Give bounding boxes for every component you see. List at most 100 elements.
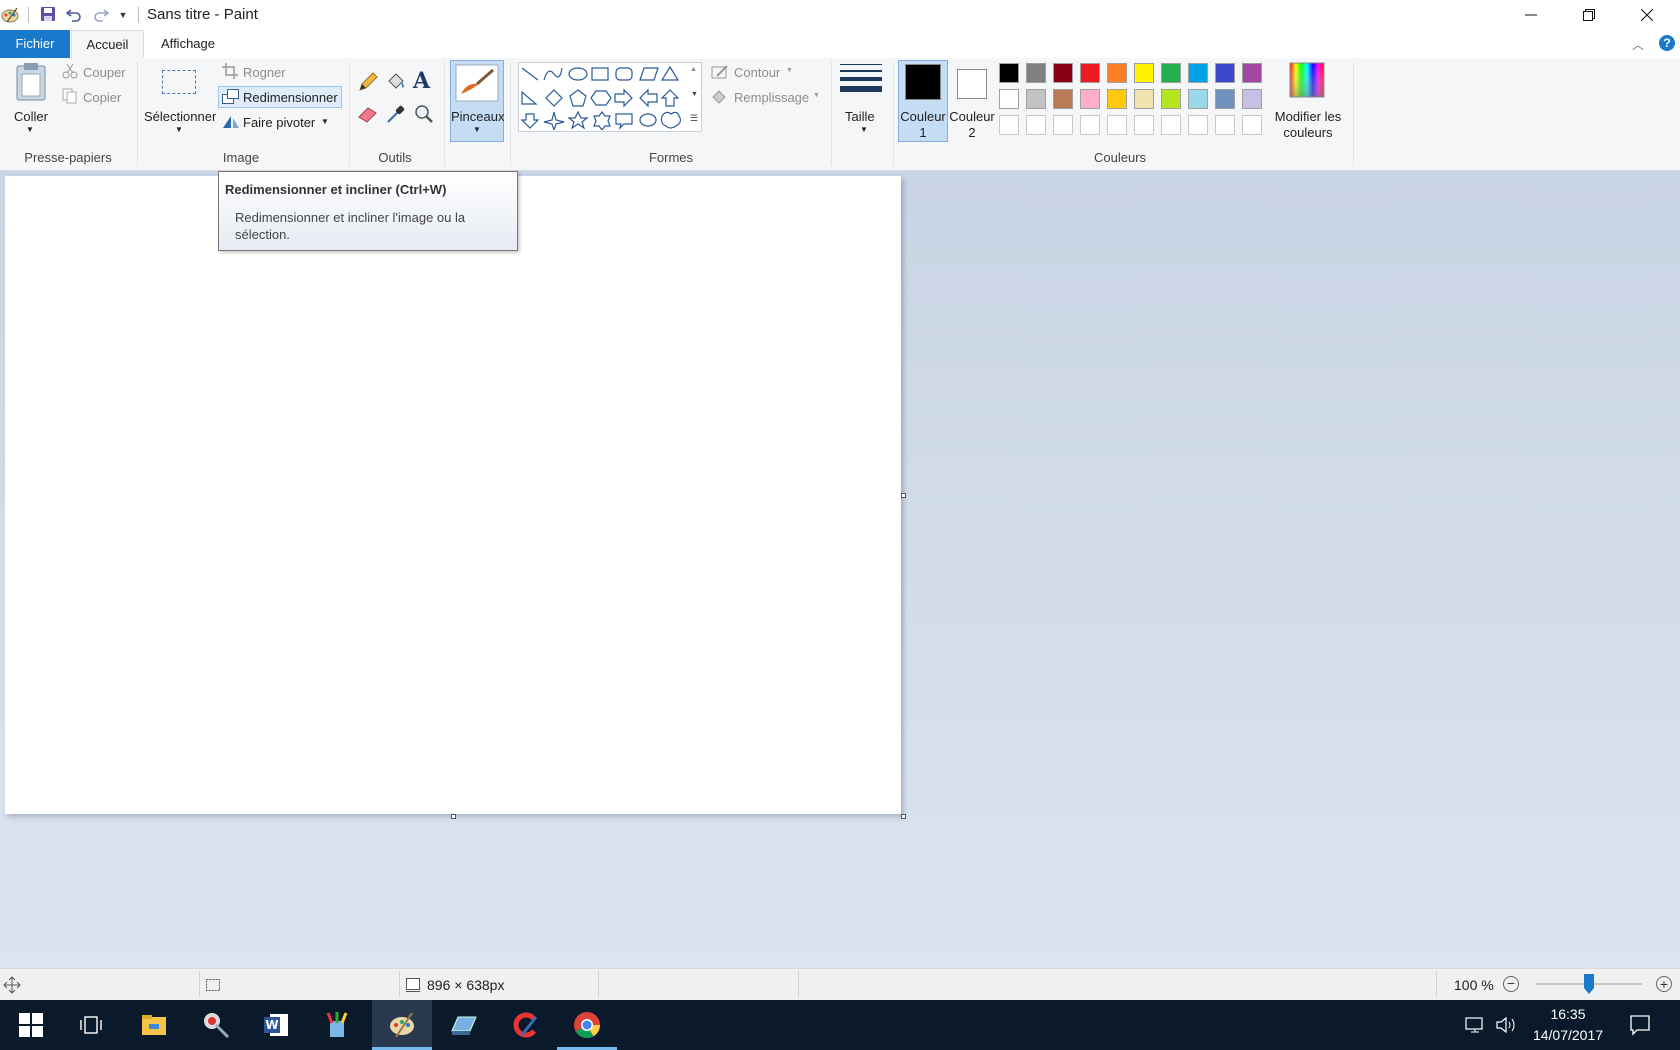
save-icon[interactable] [39,6,57,24]
group-separator [349,62,350,166]
taskbar-paint-icon[interactable] [372,1000,432,1050]
taskbar-ccleaner-icon[interactable] [496,1000,556,1050]
palette-color-swatch[interactable] [1107,89,1127,109]
magnifier-icon[interactable] [414,104,434,129]
shapes-scroll-up-icon[interactable]: ▲ [690,66,697,73]
color2-swatch[interactable] [957,69,987,99]
palette-custom-swatch[interactable] [1215,115,1235,135]
size-dropdown-icon[interactable]: ▼ [860,125,868,134]
edit-colors-icon[interactable] [1289,62,1325,103]
group-separator [893,62,894,166]
restore-button[interactable] [1560,0,1618,30]
redo-icon[interactable] [92,6,110,24]
start-button[interactable] [0,1000,60,1050]
tab-home[interactable]: Accueil [71,30,144,60]
brushes-dropdown-icon[interactable]: ▼ [473,125,481,134]
volume-icon[interactable] [1495,1015,1517,1040]
resize-handle-corner[interactable] [901,814,906,819]
palette-color-swatch[interactable] [1053,63,1073,83]
zoom-slider-thumb[interactable] [1584,974,1594,994]
palette-color-swatch[interactable] [1080,63,1100,83]
shapes-gallery-icons[interactable] [520,64,690,130]
palette-color-swatch[interactable] [1215,63,1235,83]
palette-color-swatch[interactable] [1134,89,1154,109]
text-tool-icon[interactable]: A [413,68,430,94]
palette-color-swatch[interactable] [1215,89,1235,109]
drawing-canvas[interactable] [5,176,901,814]
palette-custom-swatch[interactable] [1188,115,1208,135]
tab-file[interactable]: Fichier [0,30,70,58]
color2-label[interactable]: Couleur [948,109,996,124]
palette-color-swatch[interactable] [1026,63,1046,83]
palette-custom-swatch[interactable] [1107,115,1127,135]
help-icon[interactable]: ? [1659,35,1675,51]
status-separator [598,971,599,997]
undo-icon[interactable] [65,6,83,24]
palette-color-swatch[interactable] [1242,63,1262,83]
taskbar-file-explorer-icon[interactable] [124,1000,184,1050]
fill-dropdown-icon[interactable]: ▼ [813,92,820,99]
palette-color-swatch[interactable] [1188,63,1208,83]
zoom-in-button[interactable]: + [1656,976,1672,992]
resize-handle-bottom[interactable] [451,814,456,819]
palette-custom-swatch[interactable] [1053,115,1073,135]
copy-button[interactable]: Copier [83,90,121,105]
palette-custom-swatch[interactable] [1161,115,1181,135]
palette-color-swatch[interactable] [1026,89,1046,109]
palette-color-swatch[interactable] [1080,89,1100,109]
outline-button[interactable]: Contour [734,65,780,80]
taskbar-scanner-icon[interactable] [434,1000,494,1050]
select-dropdown-icon[interactable]: ▼ [175,125,183,134]
paste-dropdown-icon[interactable]: ▼ [26,125,34,134]
palette-custom-swatch[interactable] [1080,115,1100,135]
taskbar-chrome-icon[interactable] [557,1000,617,1050]
paint-app-icon[interactable] [1,6,19,24]
rotate-dropdown-icon[interactable]: ▼ [321,117,329,126]
color-picker-icon[interactable] [386,104,406,129]
minimize-button[interactable] [1502,0,1560,30]
palette-color-swatch[interactable] [1188,89,1208,109]
status-separator [798,971,799,997]
clipboard-group-label: Presse-papiers [24,150,112,165]
task-view-button[interactable] [60,1000,120,1050]
system-clock[interactable]: 16:35 14/07/2017 [1522,1004,1614,1046]
close-button[interactable] [1618,0,1676,30]
palette-color-swatch[interactable] [1161,63,1181,83]
eraser-icon[interactable] [358,105,378,128]
collapse-ribbon-icon[interactable]: ︿ [1632,36,1644,53]
palette-custom-swatch[interactable] [999,115,1019,135]
palette-color-swatch[interactable] [1242,89,1262,109]
palette-custom-swatch[interactable] [1026,115,1046,135]
palette-color-swatch[interactable] [999,89,1019,109]
select-button[interactable]: Sélectionner [144,109,216,124]
palette-color-swatch[interactable] [1134,63,1154,83]
palette-custom-swatch[interactable] [1134,115,1154,135]
select-icon[interactable] [162,70,196,94]
palette-color-swatch[interactable] [999,63,1019,83]
palette-color-swatch[interactable] [1053,89,1073,109]
taskbar-snipping-tool-icon[interactable] [186,1000,246,1050]
palette-color-swatch[interactable] [1107,63,1127,83]
fill-bucket-icon[interactable] [386,72,406,97]
pencil-icon[interactable] [358,72,378,97]
paste-button[interactable]: Coller [14,109,48,124]
outline-dropdown-icon[interactable]: ▼ [786,67,793,74]
cut-button[interactable]: Couper [83,65,126,80]
palette-custom-swatch[interactable] [1242,115,1262,135]
rotate-button[interactable]: Faire pivoter [243,115,315,130]
crop-button[interactable]: Rogner [243,65,286,80]
action-center-icon[interactable] [1629,1014,1651,1041]
size-icon[interactable] [840,64,882,92]
network-icon[interactable] [1465,1015,1487,1040]
shapes-more-icon[interactable]: ☰ [690,113,698,124]
tab-view[interactable]: Affichage [148,30,228,58]
customize-quick-access-icon[interactable]: ▼ [114,6,132,24]
taskbar-word-icon[interactable]: W [246,1000,306,1050]
resize-handle-right[interactable] [901,493,906,498]
paste-icon[interactable] [14,62,48,109]
zoom-out-button[interactable]: − [1503,976,1519,992]
taskbar-paint-tools-icon[interactable] [306,1000,366,1050]
palette-color-swatch[interactable] [1161,89,1181,109]
fill-button[interactable]: Remplissage [734,90,809,105]
shapes-scroll-down-icon[interactable]: ▼ [691,91,698,98]
